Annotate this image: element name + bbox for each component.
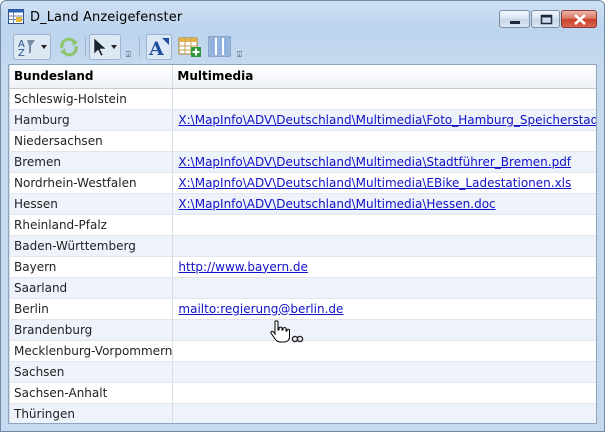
add-table-button[interactable]	[177, 34, 203, 60]
table-row[interactable]: Berlin mailto:regierung@berlin.de	[9, 298, 596, 320]
add-table-icon	[178, 37, 201, 57]
sort-icon: A Z	[13, 34, 51, 60]
table-row[interactable]: Sachsen-Anhalt	[9, 382, 596, 404]
cell-bundesland[interactable]: Bremen	[9, 151, 174, 173]
cell-multimedia[interactable]	[172, 403, 596, 423]
table-row[interactable]: Sachsen	[9, 361, 596, 383]
maximize-icon	[540, 14, 553, 25]
cell-bundesland[interactable]: Brandenburg	[9, 319, 174, 341]
toolbar-overflow-icon[interactable]: ⍗	[126, 50, 131, 60]
cell-bundesland[interactable]: Mecklenburg-Vorpommern	[9, 340, 174, 362]
table-row[interactable]: Thüringen	[9, 403, 596, 423]
select-pointer-icon	[89, 34, 121, 60]
cell-multimedia[interactable]	[172, 277, 596, 299]
data-grid[interactable]: Bundesland Multimedia Schleswig-Holstein…	[8, 64, 597, 424]
maximize-button[interactable]	[531, 10, 560, 28]
cell-bundesland[interactable]: Schleswig-Holstein	[9, 88, 174, 110]
cell-bundesland[interactable]: Thüringen	[9, 403, 174, 423]
cell-bundesland[interactable]: Rheinland-Pfalz	[9, 214, 174, 236]
minimize-icon	[510, 21, 520, 24]
cell-bundesland[interactable]: Nordrhein-Westfalen	[9, 172, 174, 194]
toolbar: A Z ⍗ A ⍗	[1, 31, 604, 63]
cell-bundesland[interactable]: Hamburg	[9, 109, 174, 131]
browser-table: Bundesland Multimedia Schleswig-Holstein…	[9, 65, 596, 423]
column-header-multimedia[interactable]: Multimedia	[172, 65, 596, 89]
columns-icon	[208, 36, 231, 57]
cell-bundesland[interactable]: Sachsen	[9, 361, 174, 383]
cell-multimedia[interactable]	[172, 361, 596, 383]
cell-multimedia-link[interactable]: X:\MapInfo\ADV\Deutschland\Multimedia\Fo…	[172, 109, 596, 131]
column-header-bundesland[interactable]: Bundesland	[9, 65, 174, 89]
toolbar-overflow-icon[interactable]: ⍗	[237, 50, 242, 60]
cell-bundesland[interactable]: Baden-Württemberg	[9, 235, 174, 257]
refresh-icon	[60, 37, 78, 57]
cell-multimedia[interactable]	[172, 214, 596, 236]
close-button[interactable]	[561, 10, 597, 28]
text-style-button[interactable]: A	[146, 34, 172, 60]
cell-bundesland[interactable]: Bayern	[9, 256, 174, 278]
table-row[interactable]: Bayern http://www.bayern.de	[9, 256, 596, 278]
sort-button[interactable]: A Z	[13, 34, 51, 60]
close-icon	[574, 14, 586, 25]
cell-bundesland[interactable]: Sachsen-Anhalt	[9, 382, 174, 404]
table-row[interactable]: Baden-Württemberg	[9, 235, 596, 257]
table-body: Schleswig-Holstein Hamburg X:\MapInfo\ADV\…	[9, 88, 596, 423]
toolbar-separator	[139, 37, 140, 57]
cell-bundesland[interactable]: Berlin	[9, 298, 174, 320]
table-row[interactable]: Rheinland-Pfalz	[9, 214, 596, 236]
table-window-icon	[8, 9, 24, 24]
cell-multimedia-link[interactable]: http://www.bayern.de	[172, 256, 596, 278]
table-row[interactable]: Niedersachsen	[9, 130, 596, 152]
cell-multimedia-link[interactable]: mailto:regierung@berlin.de	[172, 298, 596, 320]
table-row[interactable]: Saarland	[9, 277, 596, 299]
hand-link-cursor-icon	[270, 320, 304, 343]
cell-multimedia-link[interactable]: X:\MapInfo\ADV\Deutschland\Multimedia\EB…	[172, 172, 596, 194]
cell-multimedia[interactable]	[172, 130, 596, 152]
toolbar-separator	[85, 37, 86, 57]
columns-button[interactable]	[207, 34, 233, 60]
select-button[interactable]	[89, 34, 121, 60]
title-bar[interactable]: D_Land Anzeigefenster	[1, 1, 604, 31]
table-row[interactable]: Bremen X:\MapInfo\ADV\Deutschland\Multime…	[9, 151, 596, 173]
cell-bundesland[interactable]: Niedersachsen	[9, 130, 174, 152]
refresh-button[interactable]	[55, 34, 83, 60]
window-title: D_Land Anzeigefenster	[30, 10, 183, 25]
cell-multimedia-link[interactable]: X:\MapInfo\ADV\Deutschland\Multimedia\He…	[172, 193, 596, 215]
cell-multimedia[interactable]	[172, 382, 596, 404]
text-style-icon: A	[146, 34, 172, 60]
svg-text:Z: Z	[18, 48, 25, 59]
svg-text:A: A	[148, 38, 164, 60]
minimize-button[interactable]	[499, 10, 530, 28]
cell-multimedia[interactable]	[172, 319, 596, 341]
cell-multimedia[interactable]	[172, 235, 596, 257]
cell-bundesland[interactable]: Hessen	[9, 193, 174, 215]
cell-multimedia[interactable]	[172, 340, 596, 362]
table-row[interactable]: Hessen X:\MapInfo\ADV\Deutschland\Multime…	[9, 193, 596, 215]
table-row[interactable]: Schleswig-Holstein	[9, 88, 596, 110]
cell-multimedia[interactable]	[172, 88, 596, 110]
cell-multimedia-link[interactable]: X:\MapInfo\ADV\Deutschland\Multimedia\St…	[172, 151, 596, 173]
cell-bundesland[interactable]: Saarland	[9, 277, 174, 299]
table-row[interactable]: Nordrhein-Westfalen X:\MapInfo\ADV\Deutsc…	[9, 172, 596, 194]
table-row[interactable]: Hamburg X:\MapInfo\ADV\Deutschland\Multim…	[9, 109, 596, 131]
header-row: Bundesland Multimedia	[9, 65, 596, 89]
table-window: D_Land Anzeigefenster A Z ⍗ A ⍗ Bundesla…	[0, 0, 605, 432]
